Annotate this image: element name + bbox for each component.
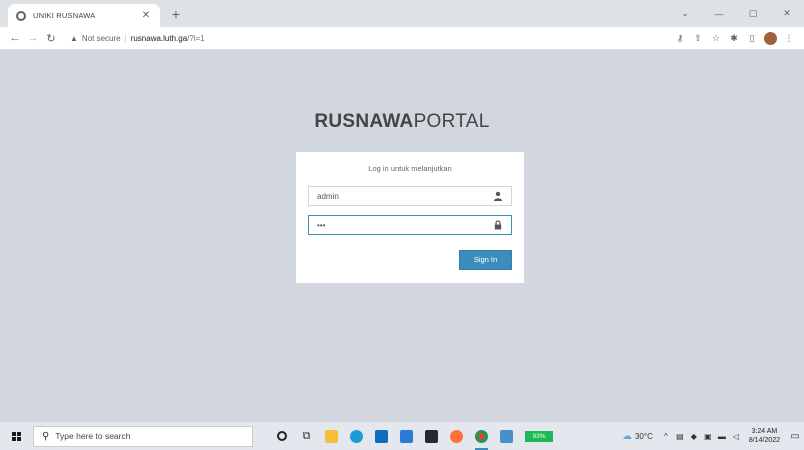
cortana-icon[interactable]: [269, 422, 294, 450]
weather-temp: 30°C: [634, 431, 653, 441]
taskbar-search-placeholder: Type here to search: [55, 431, 131, 441]
chevron-up-icon[interactable]: ^: [659, 432, 673, 441]
username-input[interactable]: [317, 191, 487, 201]
taskbar-apps: ⧉ 93%: [269, 422, 559, 450]
browser-tab[interactable]: UNIKI RUSNAWA ✕: [8, 4, 160, 27]
reload-button[interactable]: ↻: [42, 32, 60, 45]
tab-close-icon[interactable]: ✕: [140, 10, 152, 21]
speaker-icon[interactable]: ◁: [729, 432, 743, 441]
clock-time: 3:24 AM: [751, 428, 778, 435]
browser-toolbar: ← → ↻ ▲ Not secure | rusnawa.luth.ga /?l…: [0, 27, 804, 50]
login-box: Log in untuk melanjutkan Sign In: [296, 152, 524, 283]
cloud-icon: ☁: [621, 430, 632, 442]
security-tray-icon[interactable]: ◆: [687, 432, 701, 441]
tab-search-icon[interactable]: ⌄: [668, 8, 702, 19]
mail-icon[interactable]: [369, 422, 394, 450]
windows-logo-icon: [12, 431, 21, 441]
minimize-button[interactable]: —: [702, 9, 736, 19]
share-icon[interactable]: ⇪: [689, 33, 707, 44]
security-label: Not secure: [81, 33, 121, 43]
battery-indicator: 93%: [525, 430, 553, 442]
tab-title: UNIKI RUSNAWA: [33, 11, 96, 20]
system-tray: ☁ 30°C ^ ▤ ◆ ▣ ▬ ◁ 3:24 AM 8/14/2022 ▭: [622, 427, 804, 445]
lock-icon: [494, 220, 502, 230]
task-view-icon[interactable]: ⧉: [294, 422, 319, 450]
page-viewport: RUSNAWAPORTAL Log in untuk melanjutkan S…: [0, 51, 804, 421]
weather-widget[interactable]: ☁ 30°C: [622, 431, 653, 442]
close-window-button[interactable]: ✕: [770, 8, 804, 19]
tray-app-icon[interactable]: ▤: [673, 432, 687, 441]
back-button[interactable]: ←: [6, 32, 24, 44]
battery-icon[interactable]: ▬: [715, 432, 729, 441]
menu-kebab-icon[interactable]: ⋮: [780, 33, 798, 44]
key-icon[interactable]: ⚷: [671, 33, 689, 44]
extensions-puzzle-icon[interactable]: ✱: [725, 33, 743, 44]
edge-icon[interactable]: [344, 422, 369, 450]
address-bar[interactable]: ▲ Not secure | rusnawa.luth.ga /?l=1: [64, 30, 671, 47]
forward-button[interactable]: →: [24, 32, 42, 44]
clock[interactable]: 3:24 AM 8/14/2022: [749, 427, 780, 445]
window-controls: ⌄ — ▢ ✕: [668, 0, 804, 27]
warning-icon: ▲: [70, 33, 78, 43]
brand-bold: RUSNAWA: [314, 111, 414, 132]
file-explorer-icon[interactable]: [319, 422, 344, 450]
toolbar-icons: ⚷ ⇪ ☆ ✱ ▯ ⋮: [671, 31, 798, 45]
password-input[interactable]: [317, 220, 487, 230]
password-field: [308, 215, 512, 235]
chrome-icon[interactable]: [469, 422, 494, 450]
l-app-icon[interactable]: [394, 422, 419, 450]
brand-logo: RUSNAWAPORTAL: [0, 111, 804, 133]
user-icon: [494, 191, 502, 201]
firefox-icon[interactable]: [444, 422, 469, 450]
login-message: Log in untuk melanjutkan: [368, 164, 452, 173]
taskbar-search[interactable]: ⚲ Type here to search: [33, 425, 253, 447]
profile-avatar-icon[interactable]: [764, 31, 777, 45]
clock-date: 8/14/2022: [748, 437, 780, 444]
address-separator: |: [124, 33, 127, 43]
sidepanel-icon[interactable]: ▯: [743, 33, 761, 44]
terminal-icon[interactable]: [419, 422, 444, 450]
browser-tabstrip: UNIKI RUSNAWA ✕ + ⌄ — ▢ ✕: [0, 0, 804, 27]
windows-taskbar: ⚲ Type here to search ⧉ 93% ☁ 30°C ^ ▤ ◆…: [0, 421, 804, 450]
restore-button[interactable]: ▢: [736, 8, 770, 19]
globe-icon: [16, 10, 26, 21]
sign-in-button[interactable]: Sign In: [459, 250, 512, 270]
brand-light: PORTAL: [413, 111, 490, 132]
username-field: [308, 186, 512, 206]
vscode-icon[interactable]: [494, 422, 519, 450]
new-tab-button[interactable]: +: [168, 5, 184, 23]
bookmark-star-icon[interactable]: ☆: [707, 33, 725, 44]
url-host: rusnawa.luth.ga: [130, 33, 188, 43]
url-path: /?l=1: [187, 33, 205, 43]
search-icon: ⚲: [42, 430, 50, 442]
notification-icon[interactable]: ▭: [786, 431, 804, 442]
display-icon[interactable]: ▣: [701, 432, 715, 441]
start-button[interactable]: [0, 431, 33, 441]
